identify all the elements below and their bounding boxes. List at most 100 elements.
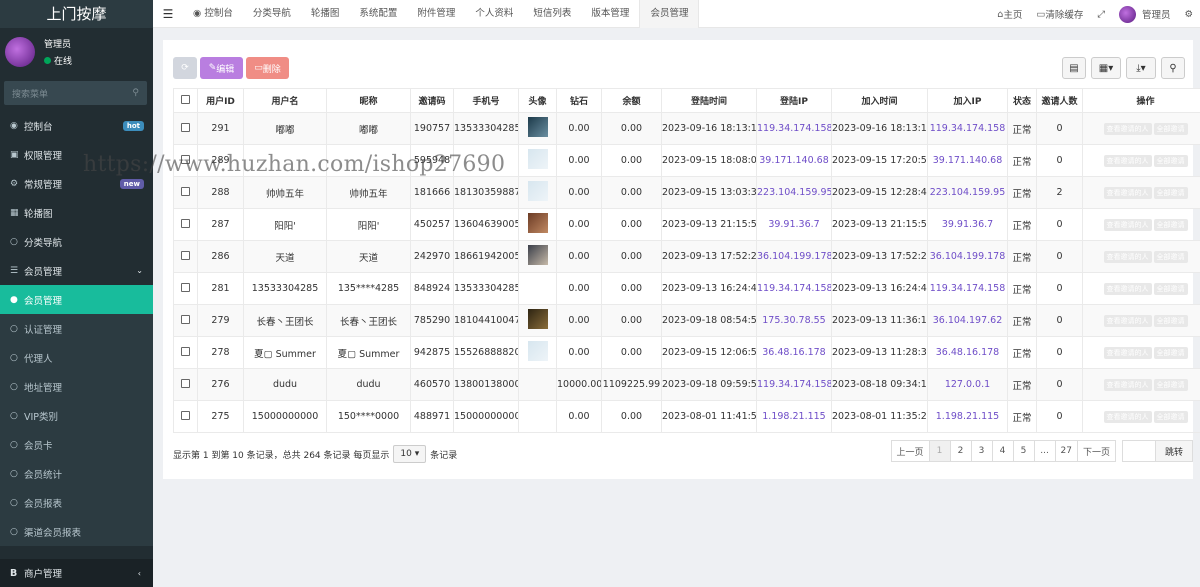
- sidebar-item-certification[interactable]: ○ 认证管理: [0, 314, 153, 343]
- jump-button[interactable]: 跳转: [1154, 440, 1193, 462]
- cell-join-ip[interactable]: 36.104.199.178: [927, 240, 1008, 273]
- sidebar-item-member-group[interactable]: ☰ 会员管理 ⌄: [0, 256, 153, 285]
- all-invites-button[interactable]: 全部邀请: [1153, 282, 1188, 295]
- sidebar-item-member-card[interactable]: ○ 会员卡: [0, 430, 153, 459]
- view-invited-button[interactable]: 查看邀请的人: [1103, 346, 1152, 359]
- col-header[interactable]: 昵称: [326, 88, 411, 113]
- view-invited-button[interactable]: 查看邀请的人: [1103, 410, 1152, 423]
- all-invites-button[interactable]: 全部邀请: [1153, 218, 1188, 231]
- sidebar-item-dashboard[interactable]: ◉ 控制台 hot: [0, 111, 153, 140]
- sidebar-item-address[interactable]: ○ 地址管理: [0, 372, 153, 401]
- avatar-thumb[interactable]: [527, 181, 548, 201]
- col-header[interactable]: 加入IP: [927, 88, 1008, 113]
- tab-sms-list[interactable]: 短信列表: [523, 0, 581, 28]
- table-row[interactable]: 289 595948 0.00 0.00 2023-09-15 18:08:08…: [173, 144, 1200, 177]
- search-button[interactable]: ⚲: [1161, 57, 1185, 79]
- admin-menu[interactable]: 管理员: [1112, 5, 1178, 23]
- row-checkbox[interactable]: [173, 144, 198, 177]
- col-header[interactable]: 登陆时间: [661, 88, 757, 113]
- cell-avatar[interactable]: [518, 240, 557, 273]
- col-header[interactable]: 用户名: [243, 88, 327, 113]
- col-header[interactable]: 手机号: [453, 88, 519, 113]
- toggle-view-button[interactable]: ▤: [1062, 57, 1086, 79]
- cell-avatar[interactable]: [518, 336, 557, 369]
- table-row[interactable]: 287 阳阳' 阳阳' 450257 13604639005 0.00 0.00…: [173, 208, 1200, 241]
- row-checkbox[interactable]: [173, 368, 198, 401]
- all-invites-button[interactable]: 全部邀请: [1153, 346, 1188, 359]
- page-button[interactable]: 2: [949, 440, 972, 462]
- col-header[interactable]: 登陆IP: [756, 88, 832, 113]
- settings-button[interactable]: ⚙: [1177, 9, 1200, 20]
- all-invites-button[interactable]: 全部邀请: [1153, 122, 1188, 135]
- row-checkbox[interactable]: [173, 336, 198, 369]
- sidebar-item-agents[interactable]: ○ 代理人: [0, 343, 153, 372]
- row-checkbox[interactable]: [173, 400, 198, 433]
- cell-avatar[interactable]: [518, 176, 557, 209]
- fullscreen-button[interactable]: ⤢: [1090, 9, 1112, 20]
- cell-login-ip[interactable]: 119.34.174.158: [756, 112, 832, 145]
- tab-dashboard[interactable]: ◉ 控制台: [183, 0, 243, 28]
- export-button[interactable]: ⤓▾: [1126, 57, 1156, 79]
- col-header[interactable]: 邀请人数: [1036, 88, 1083, 113]
- sidebar-item-member-stats[interactable]: ○ 会员统计: [0, 459, 153, 488]
- col-header[interactable]: 邀请码: [410, 88, 454, 113]
- sidebar-item-vip-type[interactable]: ○ VIP类别: [0, 401, 153, 430]
- next-page-button[interactable]: 下一页: [1076, 440, 1116, 462]
- cell-avatar[interactable]: [518, 208, 557, 241]
- cell-join-ip[interactable]: 36.104.197.62: [927, 304, 1008, 337]
- cell-join-ip[interactable]: 223.104.159.95: [927, 176, 1008, 209]
- cell-login-ip[interactable]: 119.34.174.158: [756, 272, 832, 305]
- cell-join-ip[interactable]: 127.0.0.1: [927, 368, 1008, 401]
- view-invited-button[interactable]: 查看邀请的人: [1103, 282, 1152, 295]
- row-checkbox[interactable]: [173, 240, 198, 273]
- sidebar-item-carousel[interactable]: ▦ 轮播图: [0, 198, 153, 227]
- cell-login-ip[interactable]: 175.30.78.55: [756, 304, 832, 337]
- select-all-checkbox[interactable]: [173, 88, 198, 113]
- table-row[interactable]: 279 长春丶王团长 长春丶王团长 785290 18104410047 0.0…: [173, 304, 1200, 337]
- row-checkbox[interactable]: [173, 112, 198, 145]
- search-icon[interactable]: ⚲: [132, 88, 139, 98]
- app-logo[interactable]: 上门按摩: [0, 0, 153, 28]
- cell-join-ip[interactable]: 119.34.174.158: [927, 112, 1008, 145]
- all-invites-button[interactable]: 全部邀请: [1153, 250, 1188, 263]
- clear-cache-button[interactable]: ▭ 清除缓存: [1029, 7, 1090, 22]
- sidebar-item-category-nav[interactable]: ○ 分类导航: [0, 227, 153, 256]
- view-invited-button[interactable]: 查看邀请的人: [1103, 154, 1152, 167]
- sidebar-item-channel-report[interactable]: ○ 渠道会员报表: [0, 517, 153, 546]
- page-button[interactable]: 1: [928, 440, 951, 462]
- cell-login-ip[interactable]: 1.198.21.115: [756, 400, 832, 433]
- sidebar-item-general[interactable]: ⚙ 常规管理 new: [0, 169, 153, 198]
- table-row[interactable]: 276 dudu dudu 460570 13800138000 10000.0…: [173, 368, 1200, 401]
- avatar-thumb[interactable]: [527, 117, 548, 137]
- tab-versions[interactable]: 版本管理: [581, 0, 639, 28]
- page-button[interactable]: 27: [1054, 440, 1078, 462]
- col-header[interactable]: 加入时间: [831, 88, 928, 113]
- cell-login-ip[interactable]: 39.171.140.68: [756, 144, 832, 177]
- tab-profile[interactable]: 个人资料: [465, 0, 523, 28]
- table-row[interactable]: 288 帅帅五年 帅帅五年 181666 18130359887 0.00 0.…: [173, 176, 1200, 209]
- cell-login-ip[interactable]: 39.91.36.7: [756, 208, 832, 241]
- sidebar-item-member-report[interactable]: ○ 会员报表: [0, 488, 153, 517]
- cell-avatar[interactable]: [518, 144, 557, 177]
- tab-member-manage[interactable]: 会员管理: [639, 0, 700, 28]
- edit-button[interactable]: ✎ 编辑: [200, 57, 243, 79]
- tab-category-nav[interactable]: 分类导航: [243, 0, 301, 28]
- table-row[interactable]: 278 夏▢ Summer 夏▢ Summer 942875 155268888…: [173, 336, 1200, 369]
- row-checkbox[interactable]: [173, 304, 198, 337]
- row-checkbox[interactable]: [173, 272, 198, 305]
- col-header[interactable]: 钻石: [556, 88, 602, 113]
- table-row[interactable]: 275 15000000000 150****0000 488971 15000…: [173, 400, 1200, 433]
- cell-login-ip[interactable]: 223.104.159.95: [756, 176, 832, 209]
- avatar-thumb[interactable]: [527, 341, 548, 361]
- cell-join-ip[interactable]: 39.171.140.68: [927, 144, 1008, 177]
- table-row[interactable]: 281 13533304285 135****4285 848924 13533…: [173, 272, 1200, 305]
- avatar-thumb[interactable]: [527, 245, 548, 265]
- cell-avatar[interactable]: [518, 304, 557, 337]
- view-invited-button[interactable]: 查看邀请的人: [1103, 378, 1152, 391]
- avatar-thumb[interactable]: [527, 309, 548, 329]
- prev-page-button[interactable]: 上一页: [890, 440, 930, 462]
- all-invites-button[interactable]: 全部邀请: [1153, 186, 1188, 199]
- all-invites-button[interactable]: 全部邀请: [1153, 154, 1188, 167]
- page-button[interactable]: 5: [1012, 440, 1035, 462]
- avatar-thumb[interactable]: [527, 213, 548, 233]
